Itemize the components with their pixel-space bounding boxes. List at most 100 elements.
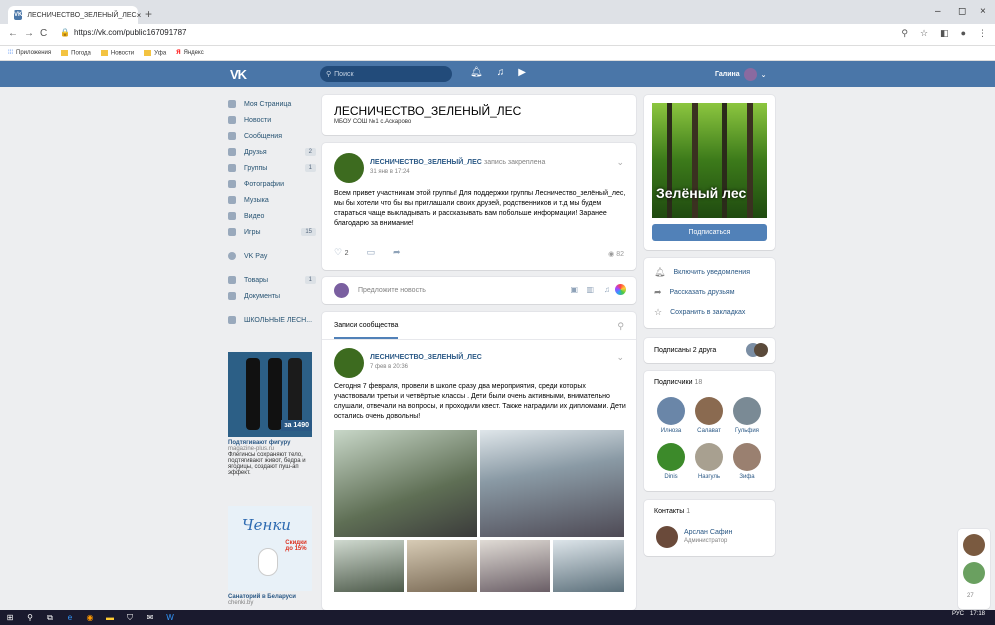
group-cover[interactable]: Зелёный лес xyxy=(652,103,767,218)
post-date[interactable]: 31 янв в 17:24 xyxy=(370,169,545,175)
video-icon[interactable]: ▥ xyxy=(586,285,594,294)
nav-groups[interactable]: Группы 1 xyxy=(228,160,316,176)
share-icon[interactable]: ➦ xyxy=(393,247,401,258)
online-friends: 27 xyxy=(958,529,990,609)
nav-video[interactable]: Видео xyxy=(228,208,316,224)
nav-friends[interactable]: Друзья 2 xyxy=(228,144,316,160)
post-date[interactable]: 7 фев в 20:36 xyxy=(370,364,482,370)
chevron-down-icon[interactable]: ⌄ xyxy=(616,157,624,168)
avatar[interactable] xyxy=(963,534,985,556)
avatar[interactable] xyxy=(963,562,985,584)
bookmark-apps[interactable]: ⁞⁞⁞ Приложения xyxy=(8,50,51,56)
bookmark-news[interactable]: Новости xyxy=(100,49,134,56)
post-photo[interactable] xyxy=(553,540,624,592)
nav-my-page[interactable]: Моя Страница xyxy=(228,96,316,112)
post-photo[interactable] xyxy=(480,540,550,592)
user-menu[interactable]: Галина ⌄ xyxy=(715,68,767,81)
camera-icon[interactable]: ▣ xyxy=(570,285,578,294)
profile-icon[interactable]: ● xyxy=(961,28,966,39)
nav-music[interactable]: Музыка xyxy=(228,192,316,208)
like-button[interactable]: ♡ 2 xyxy=(334,247,349,258)
nav-news[interactable]: Новости xyxy=(228,112,316,128)
palette-icon[interactable] xyxy=(615,284,626,295)
mail-icon[interactable]: ✉ xyxy=(140,613,160,622)
music-icon[interactable]: ♫ xyxy=(604,285,610,294)
task-view-icon[interactable]: ⧉ xyxy=(40,613,60,623)
subscribe-button[interactable]: Подписаться xyxy=(652,224,767,241)
suggest-box[interactable]: Предложите новость ▣ ▥ ♫ xyxy=(322,277,636,304)
address-bar: ← → C 🔒 https://vk.com/public167091787 ⚲… xyxy=(0,24,995,46)
enable-notifications[interactable]: 🔔︎ Включить уведомления xyxy=(654,262,765,282)
nav-docs[interactable]: Документы xyxy=(228,288,316,304)
contacts-label[interactable]: Контакты xyxy=(654,508,684,515)
search-icon[interactable]: ⚲ xyxy=(617,321,624,332)
avatar xyxy=(754,343,768,357)
music-icon[interactable]: ♫ xyxy=(497,67,505,78)
nav-games[interactable]: Игры 15 xyxy=(228,224,316,240)
url-field[interactable]: 🔒 https://vk.com/public167091787 xyxy=(60,28,186,37)
system-clock[interactable]: РУС 17:18 xyxy=(952,611,985,617)
post-photo[interactable] xyxy=(334,540,404,592)
online-count[interactable]: 27 xyxy=(967,593,974,599)
star-icon[interactable]: ☆ xyxy=(920,28,928,39)
extension-icon[interactable]: ◧ xyxy=(940,28,949,39)
word-icon[interactable]: W xyxy=(160,613,180,622)
menu-icon[interactable]: ⋮ xyxy=(978,28,987,39)
reload-button[interactable]: C xyxy=(40,28,47,39)
post-author[interactable]: ЛЕСНИЧЕСТВО_ЗЕЛЕНЫЙ_ЛЕС xyxy=(370,159,482,166)
ad-block[interactable]: за 1490 Подтягивают фигуру magazine-plus… xyxy=(228,352,312,476)
forward-button[interactable]: → xyxy=(24,28,34,39)
play-icon[interactable]: ▶ xyxy=(518,67,526,78)
subscriber[interactable]: Зифа xyxy=(728,443,766,480)
nav-messages[interactable]: Сообщения xyxy=(228,128,316,144)
bell-icon[interactable]: 🔔︎ xyxy=(470,67,483,78)
tell-friends[interactable]: ➦ Рассказать друзьям xyxy=(654,282,765,302)
group-avatar[interactable] xyxy=(334,153,364,183)
nav-photos[interactable]: Фотографии xyxy=(228,176,316,192)
subscriber[interactable]: Назгуль xyxy=(690,443,728,480)
subscriber[interactable]: Салават xyxy=(690,397,728,434)
chrome-icon[interactable]: ◉ xyxy=(80,613,100,622)
post-photo[interactable] xyxy=(407,540,477,592)
edge-icon[interactable]: e xyxy=(60,613,80,622)
friends-subscribed[interactable]: Подписаны 2 друга xyxy=(644,338,775,363)
bookmark-yandex[interactable]: Я Яндекс xyxy=(176,50,204,56)
nav-vkpay[interactable]: VK Pay xyxy=(228,248,316,264)
close-window-button[interactable]: × xyxy=(980,6,986,17)
bookmark-ufa[interactable]: Уфа xyxy=(144,49,166,56)
subscriber[interactable]: Илноза xyxy=(652,397,690,434)
chevron-down-icon[interactable]: ⌄ xyxy=(616,352,624,363)
explorer-icon[interactable]: ▬ xyxy=(100,613,120,622)
group-avatar[interactable] xyxy=(334,348,364,378)
back-button[interactable]: ← xyxy=(8,28,18,39)
search-icon[interactable]: ⚲ xyxy=(20,613,40,622)
folder-icon xyxy=(100,49,108,56)
subscribers-block: Подписчики 18 Илноза Салават Гульфия Din… xyxy=(644,371,775,491)
vk-logo[interactable]: VK xyxy=(230,67,247,82)
maximize-button[interactable]: ◻ xyxy=(958,6,966,17)
store-icon[interactable]: ⛉ xyxy=(120,613,140,623)
post-author[interactable]: ЛЕСНИЧЕСТВО_ЗЕЛЕНЫЙ_ЛЕС xyxy=(370,354,482,361)
ad-block[interactable]: Ченки Скидки до 15% Санаторий в Беларуси… xyxy=(228,506,312,606)
bookmark-weather[interactable]: Погода xyxy=(61,49,91,56)
subscriber[interactable]: Dinis xyxy=(652,443,690,480)
post-photo[interactable] xyxy=(480,430,624,537)
post-photo[interactable] xyxy=(334,430,477,537)
windows-start-icon[interactable]: ⊞ xyxy=(0,613,20,622)
subscriber[interactable]: Гульфия xyxy=(728,397,766,434)
browser-tab[interactable]: VK ЛЕСНИЧЕСТВО_ЗЕЛЕНЫЙ_ЛЕС × xyxy=(8,6,141,24)
new-tab-button[interactable]: + xyxy=(145,7,152,21)
save-bookmark[interactable]: ☆ Сохранить в закладках xyxy=(654,302,765,322)
search-input[interactable]: ⚲ Поиск xyxy=(320,66,452,82)
nav-group-link[interactable]: ШКОЛЬНЫЕ ЛЕСН... xyxy=(228,312,316,328)
tab-title: ЛЕСНИЧЕСТВО_ЗЕЛЕНЫЙ_ЛЕС xyxy=(27,11,137,19)
tab-community-posts[interactable]: Записи сообщества xyxy=(334,322,399,339)
subscribers-label[interactable]: Подписчики xyxy=(654,379,693,386)
nav-goods[interactable]: Товары 1 xyxy=(228,272,316,288)
avatar[interactable] xyxy=(656,526,678,548)
tab-close-icon[interactable]: × xyxy=(137,11,142,20)
contact-name[interactable]: Арслан Сафин xyxy=(684,529,732,536)
comment-icon[interactable]: ▭ xyxy=(367,247,376,258)
minimize-button[interactable]: – xyxy=(935,6,941,17)
zoom-icon[interactable]: ⚲ xyxy=(901,28,908,39)
